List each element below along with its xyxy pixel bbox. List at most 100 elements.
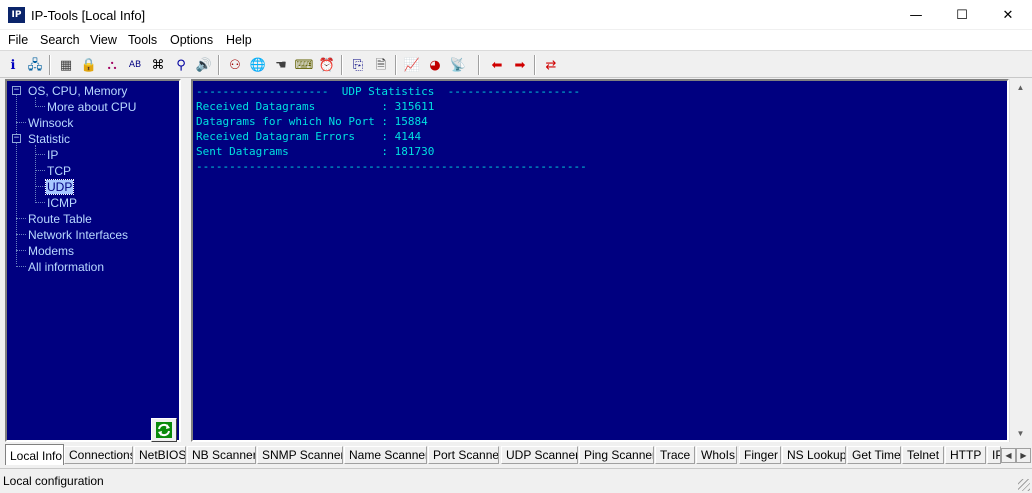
tab-connections[interactable]: Connections (64, 446, 133, 464)
tab-trace[interactable]: Trace (655, 446, 695, 464)
tree-node-more-about-cpu[interactable]: More about CPU (47, 100, 136, 114)
toolbar-separator (534, 55, 536, 75)
menu-options[interactable]: Options (170, 33, 213, 47)
output-header-line: -------------------- UDP Statistics ----… (196, 85, 581, 98)
tab-scroll-right-icon[interactable]: ▶ (1016, 448, 1031, 463)
lock-icon[interactable]: 🔒 (79, 55, 99, 75)
menu-search[interactable]: Search (40, 33, 80, 47)
tab-get-time[interactable]: Get Time (847, 446, 901, 464)
tree-node-route-table[interactable]: Route Table (28, 212, 92, 226)
tree-node-modems[interactable]: Modems (28, 244, 74, 258)
tab-bar: Local Info Connections NetBIOS NB Scanne… (0, 444, 1032, 466)
tree-connector (35, 202, 45, 203)
scroll-down-arrow-icon[interactable]: ▼ (1010, 425, 1031, 442)
telnet-icon[interactable]: ⌨ (294, 55, 314, 75)
tree-node-tcp[interactable]: TCP (47, 164, 71, 178)
trace-icon[interactable]: ⎘ (348, 55, 368, 75)
tree-connector (35, 106, 45, 107)
tree-node-udp[interactable]: UDP (44, 179, 75, 195)
speaker-icon[interactable]: 🔊 (194, 55, 214, 75)
tab-whois[interactable]: WhoIs (696, 446, 737, 464)
globe-icon[interactable]: 🌐 (248, 55, 268, 75)
menu-file[interactable]: File (8, 33, 28, 47)
tab-ns-lookup[interactable]: NS Lookup (782, 446, 846, 464)
tab-netbios[interactable]: NetBIOS (134, 446, 186, 464)
swap-arrows-icon[interactable]: ⇄ (541, 55, 561, 75)
tab-scroll-left-icon[interactable]: ◀ (1001, 448, 1016, 463)
tab-snmp-scanner[interactable]: SNMP Scanner (257, 446, 343, 464)
toolbar-separator (218, 55, 220, 75)
tab-telnet[interactable]: Telnet (902, 446, 944, 464)
computers-icon[interactable]: 🖧 (25, 55, 45, 75)
toolbar-separator (478, 55, 480, 75)
tree-connector (16, 250, 26, 251)
toolbar-separator (395, 55, 397, 75)
menu-view[interactable]: View (90, 33, 117, 47)
tab-ping-scanner[interactable]: Ping Scanner (579, 446, 654, 464)
output-line: Received Datagrams : 315611 (196, 100, 435, 113)
maximize-button[interactable]: ☐ (939, 0, 985, 30)
tab-ip-monitor[interactable]: IP-Monitor (987, 446, 1001, 464)
alarm-clock-icon[interactable]: ⏰ (317, 55, 337, 75)
tree-node-all-information[interactable]: All information (28, 260, 104, 274)
arrow-right-icon[interactable]: ➡ (510, 55, 530, 75)
tab-name-scanner[interactable]: Name Scanner (344, 446, 427, 464)
tree-node-os-cpu-memory[interactable]: OS, CPU, Memory (28, 84, 127, 98)
minimize-button[interactable]: — (893, 0, 939, 30)
output-line: Sent Datagrams : 181730 (196, 145, 435, 158)
tree-node-winsock[interactable]: Winsock (28, 116, 73, 130)
close-button[interactable]: ✕ (985, 0, 1031, 30)
refresh-button[interactable] (151, 418, 177, 442)
scanner-icon[interactable]: ⚲ (171, 55, 191, 75)
tab-nb-scanner[interactable]: NB Scanner (187, 446, 256, 464)
tree-connector (35, 170, 45, 171)
status-bar: Local configuration (0, 468, 1032, 493)
tab-finger[interactable]: Finger (739, 446, 781, 464)
tree-panel[interactable]: − OS, CPU, Memory More about CPU Winsock… (5, 79, 181, 442)
finger-icon[interactable]: ☚ (271, 55, 291, 75)
refresh-icon (156, 422, 172, 438)
satellite-dish-icon[interactable]: 📡 (448, 55, 468, 75)
resize-grip-icon[interactable] (1018, 479, 1030, 491)
graph-icon[interactable]: 📈 (402, 55, 422, 75)
name-lookup-icon[interactable]: AB (125, 55, 145, 75)
tab-local-info[interactable]: Local Info (5, 444, 64, 465)
toolbar-separator (49, 55, 51, 75)
about-icon[interactable]: ℹ (3, 55, 23, 75)
tree-connector (35, 186, 45, 187)
tab-http[interactable]: HTTP (945, 446, 986, 464)
tree-collapse-os[interactable]: − (12, 86, 21, 95)
toolbar: ℹ 🖧 ▦ 🔒 ⛬ AB ⌘ ⚲ 🔊 ⚇ 🌐 ☚ ⌨ ⏰ ⎘ 🗎 📈 ◕ 📡 ⬅… (0, 52, 1032, 78)
output-line: Datagrams for which No Port : 15884 (196, 115, 428, 128)
arrow-left-icon[interactable]: ⬅ (487, 55, 507, 75)
tree-node-network-interfaces[interactable]: Network Interfaces (28, 228, 128, 242)
users-icon[interactable]: ⚇ (225, 55, 245, 75)
tree-connector (16, 266, 26, 267)
tree-connector (16, 122, 26, 123)
tree-connector (16, 218, 26, 219)
tab-port-scanner[interactable]: Port Scanner (428, 446, 499, 464)
title-bar: IP IP-Tools [Local Info] — ☐ ✕ (0, 0, 1032, 30)
app-icon[interactable]: IP (8, 7, 25, 23)
tab-udp-scanner[interactable]: UDP Scanner (501, 446, 578, 464)
menu-help[interactable]: Help (226, 33, 252, 47)
panel-splitter[interactable] (181, 79, 191, 442)
output-footer-line: ----------------------------------------… (196, 160, 587, 173)
tree-node-ip[interactable]: IP (47, 148, 58, 162)
calculator-icon[interactable]: ▦ (56, 55, 76, 75)
output-panel[interactable]: -------------------- UDP Statistics ----… (191, 79, 1009, 442)
tree-node-statistic[interactable]: Statistic (28, 132, 70, 146)
binoculars-icon[interactable]: ⌘ (148, 55, 168, 75)
status-text: Local configuration (3, 474, 104, 488)
tree-node-icmp[interactable]: ICMP (47, 196, 77, 210)
pie-chart-icon[interactable]: ◕ (425, 55, 445, 75)
tree-connector (16, 234, 26, 235)
network-tree-icon[interactable]: ⛬ (102, 55, 122, 75)
menu-tools[interactable]: Tools (128, 33, 157, 47)
scroll-up-arrow-icon[interactable]: ▲ (1010, 79, 1031, 96)
menu-bar: File Search View Tools Options Help (0, 30, 1032, 51)
output-line: Received Datagram Errors : 4144 (196, 130, 422, 143)
tree-collapse-statistic[interactable]: − (12, 134, 21, 143)
document-icon[interactable]: 🗎 (371, 55, 391, 75)
vertical-scrollbar[interactable]: ▲ ▼ (1009, 79, 1031, 442)
